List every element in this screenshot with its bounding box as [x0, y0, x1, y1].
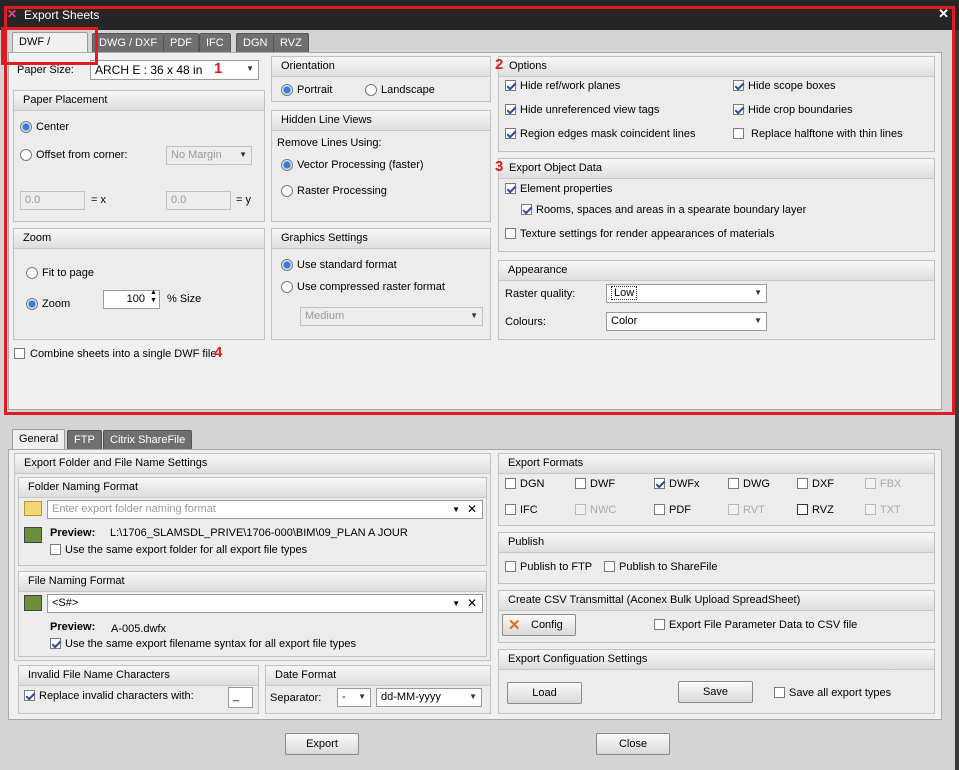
same-folder-checkbox[interactable] — [50, 544, 61, 555]
file-naming-title: File Naming Format — [19, 572, 486, 592]
date-format-value: dd-MM-yyyy — [381, 691, 441, 703]
chevron-down-icon: ▼ — [469, 692, 477, 701]
folder-preview-value: L:\1706_SLAMSDL_PRIVE\1706-000\BIM\09_PL… — [110, 527, 408, 539]
file-preview-label: Preview: — [50, 621, 96, 633]
format-ifc-label: IFC — [520, 504, 538, 516]
format-dwf-label: DWF — [590, 478, 616, 490]
folder-format-input[interactable]: Enter export folder naming format ▼ ✕ — [47, 500, 483, 519]
config-settings-title: Export Configuation Settings — [499, 650, 934, 670]
format-pdf-checkbox[interactable] — [654, 504, 665, 515]
clear-icon[interactable]: ✕ — [467, 596, 477, 610]
export-formats-title: Export Formats — [499, 454, 934, 474]
folder-preview-label: Preview: — [50, 527, 96, 539]
save-all-label: Save all export types — [789, 687, 892, 699]
chevron-down-icon[interactable]: ▼ — [452, 505, 460, 514]
format-dwg-label: DWG — [743, 478, 770, 490]
config-label: Config — [531, 619, 563, 631]
replace-invalid-checkbox[interactable] — [24, 690, 35, 701]
format-nwc-label: NWC — [590, 504, 617, 516]
folder-format-placeholder: Enter export folder naming format — [52, 503, 216, 515]
highlight-outline — [4, 6, 955, 415]
tab-sharefile[interactable]: Citrix ShareFile — [103, 430, 193, 450]
format-rvt-label: RVT — [743, 504, 765, 516]
format-editor-icon[interactable] — [24, 595, 42, 611]
aconex-icon: ✕ — [508, 617, 521, 634]
format-dxf-checkbox[interactable] — [797, 478, 808, 489]
save-all-checkbox[interactable] — [774, 687, 785, 698]
folder-icon[interactable] — [24, 501, 42, 516]
publish-sharefile-label: Publish to ShareFile — [619, 561, 718, 573]
folder-naming-title: Folder Naming Format — [19, 478, 486, 498]
tab-general[interactable]: General — [12, 429, 66, 450]
format-fbx-checkbox[interactable] — [865, 478, 876, 489]
same-folder-label: Use the same export folder for all expor… — [65, 544, 308, 556]
clear-icon[interactable]: ✕ — [467, 502, 477, 516]
export-param-label: Export File Parameter Data to CSV file — [669, 619, 858, 631]
same-filename-checkbox[interactable] — [50, 638, 61, 649]
format-fbx-label: FBX — [880, 478, 902, 490]
chevron-down-icon[interactable]: ▼ — [452, 599, 460, 608]
format-dwfx-checkbox[interactable] — [654, 478, 665, 489]
export-formats-group: Export Formats — [498, 453, 935, 526]
publish-ftp-label: Publish to FTP — [520, 561, 593, 573]
tab-highlight-outline — [1, 27, 98, 65]
separator-select[interactable]: - ▼ — [337, 688, 371, 707]
file-format-value: <S#> — [52, 597, 79, 609]
invalid-chars-title: Invalid File Name Characters — [19, 666, 258, 686]
chevron-down-icon: ▼ — [358, 692, 366, 701]
replace-char-input[interactable]: _ — [228, 687, 253, 708]
tab-ftp[interactable]: FTP — [67, 430, 102, 450]
file-format-input[interactable]: <S#> ▼ ✕ — [47, 594, 483, 613]
load-button[interactable]: Load — [507, 682, 582, 704]
date-format-select[interactable]: dd-MM-yyyy ▼ — [376, 688, 482, 707]
file-preview-value: A-005.dwfx — [111, 623, 167, 635]
export-button[interactable]: Export — [285, 733, 359, 755]
format-rvt-checkbox[interactable] — [728, 504, 739, 515]
format-rvz-checkbox[interactable] — [797, 504, 808, 515]
folder-settings-title: Export Folder and File Name Settings — [15, 454, 490, 474]
save-button[interactable]: Save — [678, 681, 753, 703]
format-dxf-label: DXF — [812, 478, 834, 490]
same-filename-label: Use the same export filename syntax for … — [65, 638, 357, 650]
date-format-title: Date Format — [266, 666, 490, 686]
format-pdf-label: PDF — [669, 504, 691, 516]
format-txt-checkbox[interactable] — [865, 504, 876, 515]
format-txt-label: TXT — [880, 504, 901, 516]
format-dwf-checkbox[interactable] — [575, 478, 586, 489]
format-editor-icon[interactable] — [24, 527, 42, 543]
close-button[interactable]: Close — [596, 733, 670, 755]
format-ifc-checkbox[interactable] — [505, 504, 516, 515]
format-rvz-label: RVZ — [812, 504, 834, 516]
replace-invalid-label: Replace invalid characters with: — [39, 690, 194, 702]
publish-ftp-checkbox[interactable] — [505, 561, 516, 572]
separator-value: - — [342, 691, 346, 703]
format-dgn-checkbox[interactable] — [505, 478, 516, 489]
csv-title: Create CSV Transmittal (Aconex Bulk Uplo… — [499, 591, 934, 611]
format-nwc-checkbox[interactable] — [575, 504, 586, 515]
format-dwfx-label: DWFx — [669, 478, 700, 490]
format-dgn-label: DGN — [520, 478, 545, 490]
separator-label: Separator: — [270, 692, 322, 704]
publish-sharefile-checkbox[interactable] — [604, 561, 615, 572]
format-dwg-checkbox[interactable] — [728, 478, 739, 489]
publish-title: Publish — [499, 533, 934, 553]
config-button[interactable]: ✕ Config — [502, 614, 576, 636]
publish-group: Publish — [498, 532, 935, 584]
export-param-checkbox[interactable] — [654, 619, 665, 630]
